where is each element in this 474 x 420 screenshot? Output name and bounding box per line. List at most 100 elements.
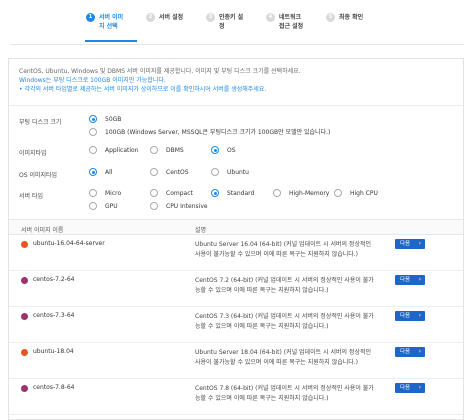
radio[interactable]	[150, 189, 158, 197]
chevron-right-icon: ›	[418, 312, 421, 319]
info-box: CentOS, Ubuntu, Windows 및 DBMS 서버 이미지를 제…	[19, 67, 301, 94]
radio[interactable]	[150, 168, 158, 176]
chevron-right-icon: ›	[418, 276, 421, 283]
image-type-label: 이미지타입	[19, 150, 47, 157]
server-type-option-cpu-intensive[interactable]: CPU Intensive	[150, 202, 208, 210]
next-button-label: 다음	[400, 349, 411, 355]
radio[interactable]	[273, 189, 281, 197]
chevron-right-icon: ›	[418, 348, 421, 355]
option-label: 50GB	[105, 115, 122, 123]
divider	[9, 105, 463, 106]
radio-selected[interactable]	[89, 115, 97, 123]
radio[interactable]	[89, 146, 97, 154]
server-type-option-high-cpu[interactable]: High CPU	[334, 189, 378, 197]
boot-disk-option-100gb[interactable]: 100GB (Windows Server, MSSQL은 부팅디스크 크기가 …	[89, 127, 330, 136]
option-label: Ubuntu	[227, 168, 249, 176]
os-image-type-label: OS 이미지타입	[19, 172, 58, 179]
step-number: 5	[326, 13, 335, 22]
info-server-type-note: • 각각의 서버 타입별로 제공하는 서버 이미지가 상이하므로 이를 확인하시…	[19, 86, 267, 93]
radio[interactable]	[334, 189, 342, 197]
next-button[interactable]: 다음 ›	[395, 383, 425, 393]
ubuntu-logo-icon	[21, 349, 28, 356]
info-text: CentOS, Ubuntu, Windows 및 DBMS 서버 이미지를 제…	[19, 68, 301, 75]
step-3-auth-key[interactable]: 3 인증키 설 정	[206, 13, 243, 31]
step-number: 1	[86, 13, 95, 22]
radio-selected[interactable]	[211, 189, 219, 197]
steps-divider	[10, 44, 464, 45]
option-label: High-Memory	[289, 189, 330, 197]
centos-logo-icon	[21, 277, 28, 284]
step-2-server-settings[interactable]: 2 서버 설정	[146, 13, 183, 22]
image-name: centos-7.8-64	[33, 384, 75, 391]
centos-logo-icon	[21, 313, 28, 320]
next-button-label: 다음	[400, 241, 411, 247]
table-row[interactable]: centos-7.8-64 CentOS 7.8 (64-bit) (커널 업데…	[9, 379, 463, 415]
table-row[interactable]: ubuntu-16.04-64-server Ubuntu Server 16.…	[9, 235, 463, 271]
image-type-option-dbms[interactable]: DBMS	[150, 146, 184, 154]
server-type-option-standard[interactable]: Standard	[211, 189, 254, 197]
step-number: 4	[266, 13, 275, 22]
image-type-option-os[interactable]: OS	[211, 146, 236, 154]
next-button[interactable]: 다음 ›	[395, 239, 425, 249]
image-type-option-application[interactable]: Application	[89, 146, 139, 154]
centos-logo-icon	[21, 385, 28, 392]
ubuntu-logo-icon	[21, 241, 28, 248]
radio[interactable]	[150, 146, 158, 154]
os-image-type-option-all[interactable]: All	[89, 168, 112, 176]
table-row[interactable]: centos-7.2-64 CentOS 7.2 (64-bit) (커널 업데…	[9, 271, 463, 307]
os-image-type-option-ubuntu[interactable]: Ubuntu	[211, 168, 249, 176]
image-description: Ubuntu Server 16.04 (64-bit) (커널 업데이트 시 …	[195, 241, 372, 258]
option-label: Micro	[105, 189, 122, 197]
step-4-network-access[interactable]: 4 네트워크 접근 설정	[266, 13, 303, 31]
option-label: OS	[227, 146, 236, 154]
option-label: CPU Intensive	[166, 202, 208, 210]
table-row[interactable]: centos-7.3-64 CentOS 7.3 (64-bit) (커널 업데…	[9, 307, 463, 343]
radio[interactable]	[211, 168, 219, 176]
image-description: CentOS 7.3 (64-bit) (커널 업데이트 시 서버의 정상적인 …	[195, 313, 374, 330]
radio[interactable]	[89, 189, 97, 197]
active-step-indicator	[85, 40, 137, 42]
chevron-right-icon: ›	[418, 384, 421, 391]
server-type-option-micro[interactable]: Micro	[89, 189, 121, 197]
step-label: 네트워크 접근 설정	[279, 14, 304, 30]
next-button-label: 다음	[400, 277, 411, 283]
radio[interactable]	[89, 127, 97, 136]
step-label: 최종 확인	[339, 14, 364, 21]
column-header-description: 설명	[195, 227, 207, 234]
boot-disk-option-50gb[interactable]: 50GB	[89, 115, 121, 123]
server-type-label: 서버 타입	[19, 193, 43, 200]
server-type-option-gpu[interactable]: GPU	[89, 202, 118, 210]
image-description: Ubuntu Server 18.04 (64-bit) (커널 업데이트 시 …	[195, 349, 372, 366]
image-selection-panel: CentOS, Ubuntu, Windows 및 DBMS 서버 이미지를 제…	[8, 58, 464, 420]
radio[interactable]	[89, 202, 97, 210]
server-type-option-compact[interactable]: Compact	[150, 189, 193, 197]
radio-selected[interactable]	[211, 146, 219, 154]
next-button[interactable]: 다음 ›	[395, 275, 425, 285]
step-1-select-image[interactable]: 1 서버 이미 지 선택	[86, 13, 123, 31]
image-name: centos-7.2-64	[33, 276, 75, 283]
next-button[interactable]: 다음 ›	[395, 311, 425, 321]
server-type-option-high-memory[interactable]: High-Memory	[273, 189, 329, 197]
step-number: 2	[146, 13, 155, 22]
step-label: 인증키 설 정	[219, 14, 244, 30]
server-image-table: 서버 이미지 이름 설명 ubuntu-16.04-64-server Ubun…	[9, 219, 463, 415]
table-row[interactable]: ubuntu-18.04 Ubuntu Server 18.04 (64-bit…	[9, 343, 463, 379]
radio[interactable]	[150, 202, 158, 210]
image-description: CentOS 7.2 (64-bit) (커널 업데이트 시 서버의 정상적인 …	[195, 277, 374, 294]
step-label: 서버 이미 지 선택	[99, 14, 124, 30]
image-name: centos-7.3-64	[33, 312, 75, 319]
boot-disk-label: 부팅 디스크 크기	[19, 119, 62, 126]
column-header-name: 서버 이미지 이름	[21, 227, 64, 234]
os-image-type-option-centos[interactable]: CentOS	[150, 168, 189, 176]
radio-selected[interactable]	[89, 168, 97, 176]
image-name: ubuntu-16.04-64-server	[33, 240, 105, 247]
step-label: 서버 설정	[159, 14, 184, 21]
info-windows-note: Windows는 부팅 디스크로 100GB 이미지만 가능합니다.	[19, 77, 166, 84]
option-label: DBMS	[166, 146, 184, 154]
option-label: CentOS	[166, 168, 189, 176]
next-button[interactable]: 다음 ›	[395, 347, 425, 357]
step-number: 3	[206, 13, 215, 22]
step-5-final-review[interactable]: 5 최종 확인	[326, 13, 363, 22]
next-button-label: 다음	[400, 313, 411, 319]
next-button-label: 다음	[400, 385, 411, 391]
